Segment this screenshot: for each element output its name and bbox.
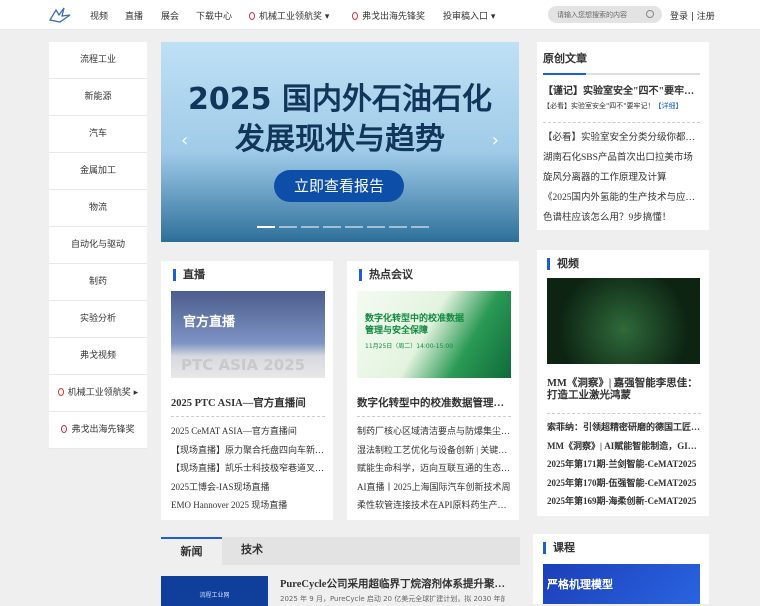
sidebar-item[interactable]: 流程工业: [49, 42, 147, 79]
course-thumbnail[interactable]: 严格机理模型: [543, 564, 700, 604]
banner-title: 2025 国内外石油石化: [188, 82, 492, 117]
nav-live[interactable]: 直播: [125, 9, 143, 22]
login-register-link[interactable]: 登录 | 注册: [670, 9, 715, 22]
panel-title: 课程: [543, 542, 575, 554]
carousel-dots[interactable]: [257, 226, 429, 228]
conference-lead[interactable]: 数字化转型中的校准数据管理与安…: [357, 395, 511, 410]
medal-icon: [352, 12, 358, 20]
video-item[interactable]: 2025年第171期-兰剑智能-CeMAT2025: [547, 457, 701, 476]
live-thumbnail[interactable]: 官方直播 PTC ASIA 2025: [171, 291, 325, 378]
article-lead[interactable]: 【谨记】实验室安全"四不"要牢记！: [543, 82, 703, 97]
sidebar-item[interactable]: 实验分析: [49, 301, 147, 338]
thumb-text: 数字化转型中的校准数据管理与安全保障: [365, 314, 465, 336]
video-item[interactable]: 索菲纳：引领超精密研磨的德国工匠…: [547, 420, 701, 439]
medal-icon: [249, 12, 255, 20]
sidebar-item[interactable]: 物流: [49, 190, 147, 227]
panel-title: 原创文章: [543, 52, 587, 65]
search-placeholder: 请输入您想搜索的内容: [557, 11, 627, 19]
sidebar: 流程工业 新能源 汽车 金属加工 物流 自动化与驱动 制药 实验分析 弗戈视频 …: [49, 42, 147, 449]
sidebar-label: 弗戈出海先锋奖: [71, 425, 135, 435]
news-tabs: 新闻 技术: [161, 537, 520, 565]
live-panel: 直播 官方直播 PTC ASIA 2025 2025 PTC ASIA—官方直播…: [161, 261, 333, 520]
sidebar-item[interactable]: 汽车: [49, 116, 147, 153]
article-sub: 【必看】实验室安全"四不"要牢记！【详细】: [543, 101, 682, 111]
live-lead[interactable]: 2025 PTC ASIA—官方直播间: [171, 395, 325, 410]
tab-tech[interactable]: 技术: [222, 537, 282, 565]
nav-label: 机械工业领航奖: [259, 12, 323, 22]
news-headline[interactable]: PureCycle公司采用超临界丁烷溶剂体系提升聚丙烯…: [280, 576, 505, 591]
news-summary: 2025 年 9 月，PureCycle 启动 20 亿美元全球扩建计划，拟 2…: [280, 595, 505, 603]
conference-item[interactable]: 制药厂核心区域清洁要点与防爆集尘…: [357, 424, 511, 443]
news-thumbnail[interactable]: 流程工业网: [161, 576, 268, 606]
nav-video[interactable]: 视频: [90, 9, 108, 22]
conference-item[interactable]: 赋能生命科学，迈向互联互通的生态…: [357, 461, 511, 480]
thumb-text: PTC ASIA 2025: [181, 356, 306, 374]
panel-title: 热点会议: [359, 269, 413, 281]
nav-award-2[interactable]: 弗戈出海先锋奖: [352, 9, 425, 22]
video-panel: 视频 MM《洞察》| 嘉强智能李思佳：打造工业激光鸿蒙 索菲纳：引领超精密研磨的…: [537, 250, 709, 516]
sidebar-item[interactable]: 弗戈视频: [49, 338, 147, 375]
nav-submit[interactable]: 投审稿入口 ▾: [443, 9, 495, 22]
medal-icon: [61, 425, 68, 433]
prev-arrow-icon[interactable]: ‹: [181, 130, 188, 151]
sidebar-item[interactable]: 制药: [49, 264, 147, 301]
nav-award-1[interactable]: 机械工业领航奖 ▾: [249, 9, 329, 22]
logo-icon[interactable]: [48, 6, 72, 24]
article-item[interactable]: 《2025国内外氢能的生产技术与应…: [543, 189, 701, 209]
hero-banner[interactable]: 2025 国内外石油石化 发展现状与趋势 立即查看报告 ‹ ›: [161, 42, 519, 242]
sidebar-item-award[interactable]: 机械工业领航奖 ▸: [49, 375, 147, 412]
video-item[interactable]: 2025年第170期-伍强智能-CeMAT2025: [547, 476, 701, 495]
video-item[interactable]: MM《洞察》| AI赋能智能制造，GI永…: [547, 439, 701, 458]
nav-download[interactable]: 下载中心: [196, 9, 232, 22]
article-item[interactable]: 湖南石化SBS产品首次出口拉美市场: [543, 149, 701, 169]
live-item[interactable]: 2025工博会-IAS现场直播: [171, 480, 325, 499]
sidebar-label: 机械工业领航奖: [67, 388, 131, 398]
sidebar-item-award[interactable]: 弗戈出海先锋奖: [49, 412, 147, 449]
thumb-text: 严格机理模型: [547, 578, 613, 591]
article-item[interactable]: 【必看】实验室安全分类分级你都…: [543, 129, 701, 149]
header: 视频 直播 展会 下载中心 机械工业领航奖 ▾ 弗戈出海先锋奖 投审稿入口 ▾ …: [0, 0, 760, 30]
panel-title: 视频: [547, 258, 579, 270]
course-panel: 课程 严格机理模型: [533, 534, 709, 604]
nav-label: 投审稿入口: [443, 12, 489, 22]
article-item[interactable]: 旋风分离器的工作原理及计算: [543, 169, 701, 189]
video-item[interactable]: 2025年第169期-海柔创新-CeMAT2025: [547, 494, 701, 513]
thumb-caption: 官方直播: [183, 315, 236, 330]
original-articles-panel: 原创文章 【谨记】实验室安全"四不"要牢记！ 【必看】实验室安全"四不"要牢记！…: [537, 42, 709, 230]
nav-expo[interactable]: 展会: [161, 9, 179, 22]
conference-thumbnail[interactable]: 数字化转型中的校准数据管理与安全保障 11月25日（周二）14:00-15:00: [357, 291, 511, 378]
view-report-button[interactable]: 立即查看报告: [274, 170, 404, 202]
article-sub-text: 【必看】实验室安全"四不"要牢记！: [543, 102, 655, 110]
next-arrow-icon[interactable]: ›: [492, 130, 499, 151]
medal-icon: [57, 388, 64, 396]
live-item[interactable]: 【现场直播】凯乐士科技极窄巷道叉…: [171, 461, 325, 480]
sidebar-item[interactable]: 金属加工: [49, 153, 147, 190]
live-item[interactable]: EMO Hannover 2025 现场直播: [171, 498, 325, 517]
panel-title: 直播: [173, 269, 205, 281]
article-item[interactable]: 色谱柱应该怎么用？9步搞懂！: [543, 209, 701, 229]
conference-item[interactable]: AI直播丨2025上海国际汽车创新技术周: [357, 480, 511, 499]
video-thumbnail[interactable]: [547, 278, 700, 364]
detail-link[interactable]: 【详细】: [654, 102, 682, 110]
sidebar-item[interactable]: 新能源: [49, 79, 147, 116]
nav-label: 弗戈出海先锋奖: [362, 12, 426, 22]
live-item[interactable]: 2025 CeMAT ASIA—官方直播间: [171, 424, 325, 443]
video-lead[interactable]: MM《洞察》| 嘉强智能李思佳：打造工业激光鸿蒙: [547, 378, 701, 402]
tab-news[interactable]: 新闻: [161, 537, 222, 565]
search-icon[interactable]: [646, 10, 654, 18]
conference-item[interactable]: 柔性软管连接技术在API原料药生产中…: [357, 498, 511, 517]
thumb-text: 流程工业网: [199, 592, 230, 599]
banner-subtitle: 发展现状与趋势: [235, 122, 445, 157]
search-input[interactable]: 请输入您想搜索的内容: [548, 6, 662, 23]
conference-panel: 热点会议 数字化转型中的校准数据管理与安全保障 11月25日（周二）14:00-…: [347, 261, 519, 520]
thumb-date: 11月25日（周二）14:00-15:00: [365, 343, 454, 350]
conference-item[interactable]: 湿法制粒工艺优化与设备创新 | 关键…: [357, 443, 511, 462]
live-item[interactable]: 【现场直播】原力聚合托盘四向车新…: [171, 443, 325, 462]
sidebar-item[interactable]: 自动化与驱动: [49, 227, 147, 264]
